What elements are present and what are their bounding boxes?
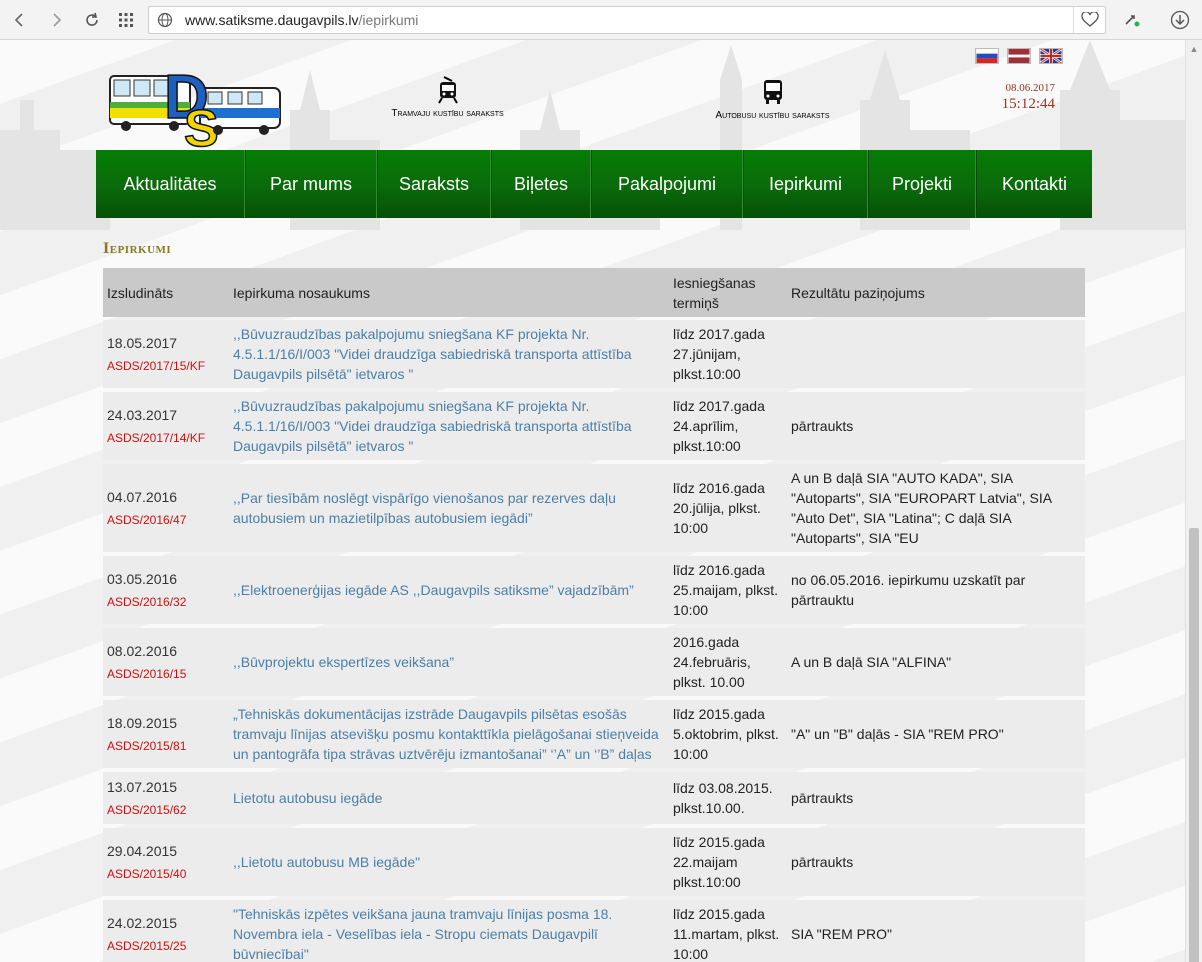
row-date: 18.05.2017 xyxy=(107,334,178,351)
row-deadline: līdz 2015.gada 22.maijam plkst.10:00 xyxy=(673,834,765,890)
row-deadline: līdz 2017.gada 24.aprīlim, plkst.10:00 xyxy=(673,398,765,454)
menu-item-aktualitates[interactable]: Aktualitātes xyxy=(96,150,245,218)
web-page: D S Tramvaju kustību saraksts Autobusu k… xyxy=(0,40,1185,962)
tram-icon xyxy=(437,76,458,104)
row-result: pārtraukts xyxy=(791,418,854,434)
browser-toolbar: www.satiksme.daugavpils.lv/iepirkumi xyxy=(0,0,1202,40)
row-date: 04.07.2016 xyxy=(107,488,178,505)
menu-item-biletes[interactable]: Biļetes xyxy=(491,150,591,218)
flag-ru-icon[interactable] xyxy=(975,48,999,64)
row-deadline: līdz 2015.gada 11.martam, plkst. 10:00 xyxy=(673,906,780,962)
row-code: ASDS/2016/47 xyxy=(107,512,187,527)
table-header: Izsludināts Iepirkuma nosaukums Iesniegš… xyxy=(103,268,1085,317)
row-result: pārtraukts xyxy=(791,854,854,870)
procurement-link[interactable]: ,,Elektroenerģijas iegāde AS ,,Daugavpil… xyxy=(233,580,669,600)
menu-item-iepirkumi[interactable]: Iepirkumi xyxy=(743,150,868,218)
procurement-link[interactable]: Lietotu autobusu iegāde xyxy=(233,788,669,808)
column-header-announced: Izsludināts xyxy=(107,284,174,301)
column-header-deadline: Iesniegšanas termiņš xyxy=(673,274,756,311)
bus-schedule-label: Autobusu kustību saraksts xyxy=(715,110,830,121)
menu-item-kontakti[interactable]: Kontakti xyxy=(976,150,1092,218)
row-code: ASDS/2017/14/KF xyxy=(107,430,206,445)
clock-date: 08.06.2017 xyxy=(1005,82,1056,94)
row-result: pārtraukts xyxy=(791,790,854,806)
table-row: 04.07.2016 ASDS/2016/47 ,,Par tiesībām no… xyxy=(103,464,1085,552)
forward-icon[interactable] xyxy=(44,8,68,32)
menu-item-projekti[interactable]: Projekti xyxy=(868,150,976,218)
procurement-link[interactable]: ,,Būvuzraudzības pakalpojumu sniegšana K… xyxy=(233,324,669,384)
row-code: ASDS/2015/25 xyxy=(107,938,187,953)
globe-icon xyxy=(157,12,173,28)
scroll-up-icon[interactable]: ▲ xyxy=(1186,40,1202,57)
clock-time: 15:12:44 xyxy=(1001,96,1055,112)
bus-schedule-link[interactable]: Autobusu kustību saraksts xyxy=(695,78,850,121)
url-text: www.satiksme.daugavpils.lv/iepirkumi xyxy=(185,12,419,28)
table-row: 24.03.2017 ASDS/2017/14/KF ,,Būvuzraudzīb… xyxy=(103,392,1085,460)
speed-dial-icon[interactable] xyxy=(114,8,138,32)
column-header-result: Rezultātu paziņojums xyxy=(791,284,925,301)
column-header-name: Iepirkuma nosaukums xyxy=(233,284,370,301)
table-row: 29.04.2015 ASDS/2015/40 ,,Lietotu autobus… xyxy=(103,828,1085,896)
row-date: 24.02.2015 xyxy=(107,914,178,931)
procurement-link[interactable]: „Tehniskās dokumentācijas izstrāde Dauga… xyxy=(233,704,669,764)
procurement-link[interactable]: ,,Lietotu autobusu MB iegāde" xyxy=(233,852,669,872)
row-deadline: līdz 03.08.2015. plkst.10.00. xyxy=(673,780,773,816)
page-scrollbar[interactable]: ▲ xyxy=(1185,40,1202,962)
table-row: 13.07.2015 ASDS/2015/62 Lietotu autobusu … xyxy=(103,772,1085,824)
row-code: ASDS/2015/62 xyxy=(107,802,187,817)
address-bar[interactable]: www.satiksme.daugavpils.lv/iepirkumi xyxy=(148,6,1106,34)
row-deadline: līdz 2016.gada 20.jūlija, plkst. 10:00 xyxy=(673,480,765,536)
row-result: A un B daļā SIA "AUTO KADA", SIA "Autopa… xyxy=(791,470,1052,546)
row-deadline: līdz 2015.gada 5.oktobrim, plkst. 10:00 xyxy=(673,706,779,762)
table-row: 24.02.2015 ASDS/2015/25 "Tehniskās izpēte… xyxy=(103,900,1085,962)
language-switcher xyxy=(975,48,1063,64)
row-date: 08.02.2016 xyxy=(107,642,178,659)
tram-schedule-link[interactable]: Tramvaju kustību saraksts xyxy=(370,76,525,119)
row-code: ASDS/2016/15 xyxy=(107,666,187,681)
back-icon[interactable] xyxy=(8,8,32,32)
flag-en-icon[interactable] xyxy=(1039,48,1063,64)
table-row: 18.09.2015 ASDS/2015/81 „Tehniskās dokume… xyxy=(103,700,1085,768)
procurement-link[interactable]: ,,Par tiesībām noslēgt vispārīgo vienoša… xyxy=(233,488,669,528)
logo-letter-s: S xyxy=(184,100,219,148)
row-code: ASDS/2017/15/KF xyxy=(107,358,206,373)
row-result: "A" un "B" daļās - SIA "REM PRO" xyxy=(791,726,1004,742)
row-deadline: līdz 2017.gada 27.jūnijam, plkst.10:00 xyxy=(673,326,765,382)
row-result: SIA "REM PRO" xyxy=(791,926,892,942)
download-icon[interactable] xyxy=(1168,8,1192,32)
table-row: 08.02.2016 ASDS/2016/15 ,,Būvprojektu eks… xyxy=(103,628,1085,696)
clock: 08.06.2017 15:12:44 xyxy=(965,82,1055,113)
table-row: 18.05.2017 ASDS/2017/15/KF ,,Būvuzraudzīb… xyxy=(103,320,1085,388)
row-date: 29.04.2015 xyxy=(107,842,178,859)
scrollbar-thumb[interactable] xyxy=(1189,528,1199,962)
page-title: Iepirkumi xyxy=(103,240,172,257)
row-code: ASDS/2015/81 xyxy=(107,738,187,753)
extension-icon[interactable] xyxy=(1120,8,1144,32)
tram-schedule-label: Tramvaju kustību saraksts xyxy=(391,108,504,119)
heart-icon[interactable] xyxy=(1073,7,1105,33)
menu-item-pakalpojumi[interactable]: Pakalpojumi xyxy=(591,150,743,218)
row-result: no 06.05.2016. iepirkumu uzskatīt par pā… xyxy=(791,572,1026,608)
menu-item-par-mums[interactable]: Par mums xyxy=(245,150,377,218)
menu-item-saraksts[interactable]: Saraksts xyxy=(377,150,491,218)
ds-logo[interactable]: D S xyxy=(108,52,283,148)
row-date: 13.07.2015 xyxy=(107,778,178,795)
table-row: 03.05.2016 ASDS/2016/32 ,,Elektroenerģija… xyxy=(103,556,1085,624)
flag-lv-icon[interactable] xyxy=(1007,48,1031,64)
row-date: 18.09.2015 xyxy=(107,714,178,731)
row-deadline: 2016.gada 24.februāris, plkst. 10.00 xyxy=(673,634,751,690)
procurement-link[interactable]: ,,Būvprojektu ekspertīzes veikšana” xyxy=(233,652,669,672)
row-code: ASDS/2015/40 xyxy=(107,866,187,881)
row-code: ASDS/2016/32 xyxy=(107,594,187,609)
main-menu: Aktualitātes Par mums Saraksts Biļetes P… xyxy=(96,150,1092,218)
reload-icon[interactable] xyxy=(80,8,104,32)
bus-icon xyxy=(763,80,782,104)
row-date: 03.05.2016 xyxy=(107,570,178,587)
procurement-link[interactable]: "Tehniskās izpētes veikšana jauna tramva… xyxy=(233,904,669,962)
row-date: 24.03.2017 xyxy=(107,406,178,423)
row-result: A un B daļā SIA "ALFINA" xyxy=(791,654,952,670)
procurement-link[interactable]: ,,Būvuzraudzības pakalpojumu sniegšana K… xyxy=(233,396,669,456)
procurement-table: Izsludināts Iepirkuma nosaukums Iesniegš… xyxy=(103,268,1085,962)
row-deadline: līdz 2016.gada 25.maijam, plkst. 10:00 xyxy=(673,562,779,618)
